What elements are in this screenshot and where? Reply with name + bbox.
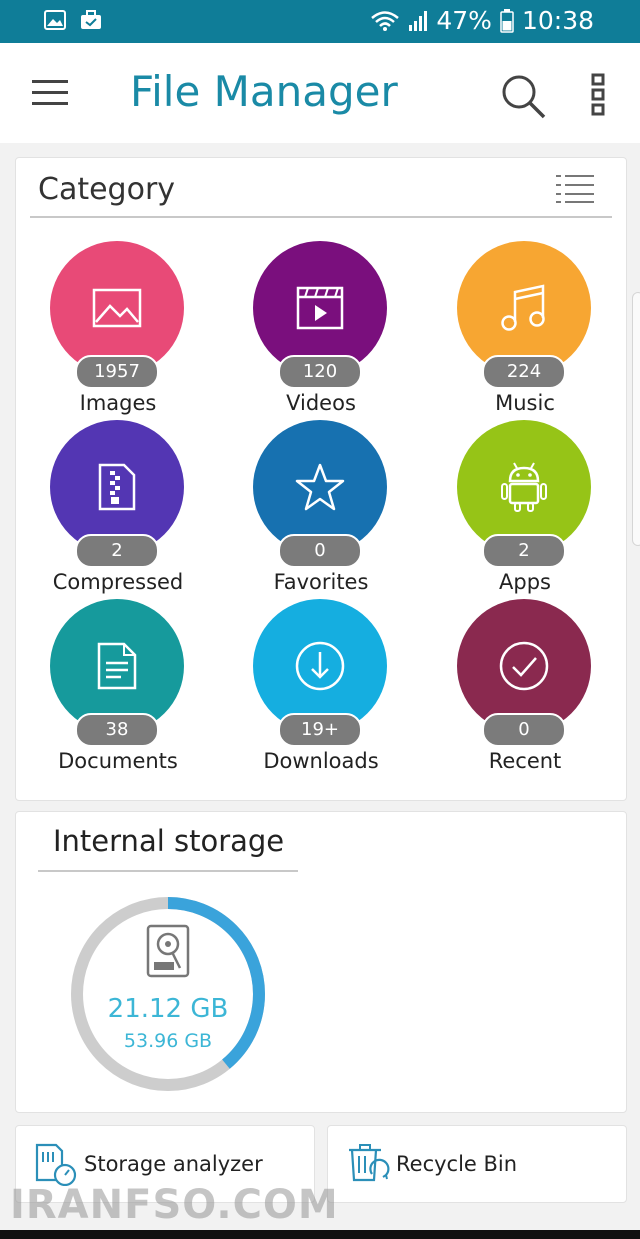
battery-icon (500, 8, 514, 33)
category-downloads[interactable]: 19+ Downloads (219, 599, 423, 777)
count-badge: 120 (278, 355, 362, 389)
recycle-bin-icon (349, 1144, 390, 1182)
category-card: Category 1957 Images 120 Videos 224 Musi… (15, 157, 627, 801)
category-label: Documents (58, 749, 178, 773)
storage-used: 21.12 GB (107, 994, 229, 1024)
zip-icon (98, 463, 136, 511)
document-icon (97, 642, 137, 690)
category-favorites[interactable]: 0 Favorites (219, 420, 423, 598)
page-title: File Manager (130, 67, 398, 116)
category-label: Recent (488, 749, 562, 773)
count-badge: 0 (482, 713, 566, 747)
category-label: Videos (286, 391, 356, 415)
image-icon (44, 10, 66, 30)
storage-total: 53.96 GB (123, 1030, 213, 1052)
image-icon (92, 288, 142, 328)
category-label: Music (495, 391, 555, 415)
recycle-bin-button[interactable]: Recycle Bin (327, 1125, 627, 1203)
app-bar: File Manager (0, 43, 640, 143)
scroll-edge (632, 292, 640, 546)
category-apps[interactable]: 2 Apps (423, 420, 627, 598)
category-images[interactable]: 1957 Images (16, 241, 220, 419)
category-label: Apps (499, 570, 551, 594)
category-divider (30, 216, 612, 218)
category-videos[interactable]: 120 Videos (219, 241, 423, 419)
count-badge: 1957 (75, 355, 159, 389)
wifi-icon (371, 10, 400, 31)
category-label: Downloads (263, 749, 379, 773)
status-bar: 47% 10:38 (0, 0, 640, 43)
navigation-bar (0, 1230, 640, 1239)
watermark: IRANFSO.COM (10, 1182, 339, 1228)
storage-analyzer-icon (35, 1143, 77, 1186)
star-icon (295, 463, 345, 511)
storage-title: Internal storage (53, 824, 285, 858)
more-options-icon[interactable] (588, 73, 608, 117)
music-icon (501, 284, 545, 331)
hard-drive-icon (146, 924, 190, 978)
clock: 10:38 (521, 6, 594, 35)
briefcase-icon (81, 10, 101, 29)
recycle-bin-label: Recycle Bin (396, 1152, 518, 1176)
count-badge: 2 (482, 534, 566, 568)
video-icon (296, 286, 344, 330)
battery-percent: 47% (436, 6, 492, 35)
count-badge: 19+ (278, 713, 362, 747)
internal-storage-card[interactable]: Internal storage 21.12 GB 53.96 GB (15, 811, 627, 1113)
count-badge: 0 (278, 534, 362, 568)
category-documents[interactable]: 38 Documents (16, 599, 220, 777)
category-label: Images (79, 391, 157, 415)
download-icon (295, 641, 345, 691)
check-circle-icon (499, 641, 549, 691)
category-label: Compressed (52, 570, 184, 594)
android-icon (501, 462, 547, 512)
category-compressed[interactable]: 2 Compressed (16, 420, 220, 598)
list-view-icon[interactable] (556, 174, 594, 204)
category-music[interactable]: 224 Music (423, 241, 627, 419)
storage-analyzer-label: Storage analyzer (84, 1152, 263, 1176)
category-label: Favorites (273, 570, 369, 594)
search-icon[interactable] (500, 73, 546, 119)
category-title: Category (38, 172, 176, 207)
category-recent[interactable]: 0 Recent (423, 599, 627, 777)
count-badge: 2 (75, 534, 159, 568)
menu-icon[interactable] (32, 80, 68, 106)
storage-divider (38, 870, 298, 872)
signal-icon (409, 10, 428, 31)
count-badge: 38 (75, 713, 159, 747)
count-badge: 224 (482, 355, 566, 389)
